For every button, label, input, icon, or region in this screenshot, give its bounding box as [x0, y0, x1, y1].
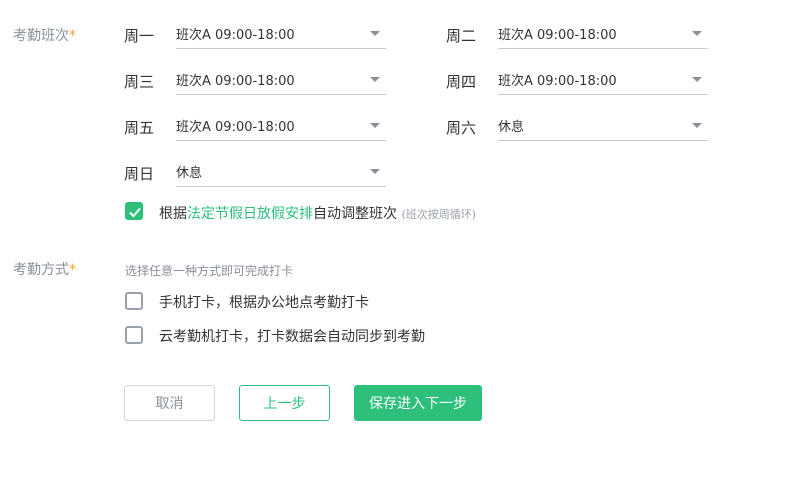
shift-select-sat[interactable]: 休息	[498, 111, 708, 141]
check-icon	[129, 207, 141, 218]
holiday-adjust-text: 根据法定节假日放假安排自动调整班次 (班次按周循环)	[159, 203, 476, 223]
method-mobile-checkbox[interactable]	[125, 292, 143, 310]
day-label-fri: 周五	[124, 119, 155, 137]
holiday-suffix: 自动调整班次	[313, 206, 397, 222]
chevron-down-icon	[692, 77, 702, 82]
shift-select-value: 班次A 09:00-18:00	[498, 28, 617, 43]
chevron-down-icon	[370, 123, 380, 128]
holiday-hint: (班次按周循环)	[401, 208, 477, 221]
shift-select-tue[interactable]: 班次A 09:00-18:00	[498, 19, 708, 49]
required-mark: *	[69, 262, 76, 278]
holiday-link[interactable]: 法定节假日放假安排	[187, 206, 313, 222]
shift-select-value: 休息	[176, 166, 203, 181]
shift-select-value: 休息	[498, 120, 525, 135]
shift-select-wed[interactable]: 班次A 09:00-18:00	[176, 65, 386, 95]
required-mark: *	[69, 28, 76, 44]
day-label-sat: 周六	[446, 119, 477, 137]
method-device-label: 云考勤机打卡，打卡数据会自动同步到考勤	[159, 329, 425, 345]
method-mobile-label: 手机打卡，根据办公地点考勤打卡	[159, 295, 369, 311]
holiday-adjust-checkbox[interactable]	[125, 202, 143, 220]
day-label-sun: 周日	[124, 165, 155, 183]
shift-select-value: 班次A 09:00-18:00	[176, 28, 295, 43]
chevron-down-icon	[692, 31, 702, 36]
shift-select-fri[interactable]: 班次A 09:00-18:00	[176, 111, 386, 141]
method-label: 考勤方式*	[13, 262, 76, 278]
day-label-mon: 周一	[124, 27, 155, 45]
shift-select-thu[interactable]: 班次A 09:00-18:00	[498, 65, 708, 95]
cancel-button[interactable]: 取消	[124, 385, 215, 421]
shift-select-value: 班次A 09:00-18:00	[176, 74, 295, 89]
method-device-checkbox[interactable]	[125, 326, 143, 344]
chevron-down-icon	[370, 31, 380, 36]
shift-select-value: 班次A 09:00-18:00	[176, 120, 295, 135]
chevron-down-icon	[370, 169, 380, 174]
chevron-down-icon	[692, 123, 702, 128]
prev-step-button[interactable]: 上一步	[239, 385, 330, 421]
shift-select-sun[interactable]: 休息	[176, 157, 386, 187]
save-next-button[interactable]: 保存进入下一步	[354, 385, 482, 421]
day-label-tue: 周二	[446, 27, 477, 45]
method-hint: 选择任意一种方式即可完成打卡	[125, 264, 294, 278]
day-label-wed: 周三	[124, 73, 155, 91]
holiday-prefix: 根据	[159, 206, 187, 222]
day-label-thu: 周四	[446, 73, 477, 91]
shift-select-value: 班次A 09:00-18:00	[498, 74, 617, 89]
schedule-label: 考勤班次*	[13, 28, 76, 44]
shift-select-mon[interactable]: 班次A 09:00-18:00	[176, 19, 386, 49]
chevron-down-icon	[370, 77, 380, 82]
